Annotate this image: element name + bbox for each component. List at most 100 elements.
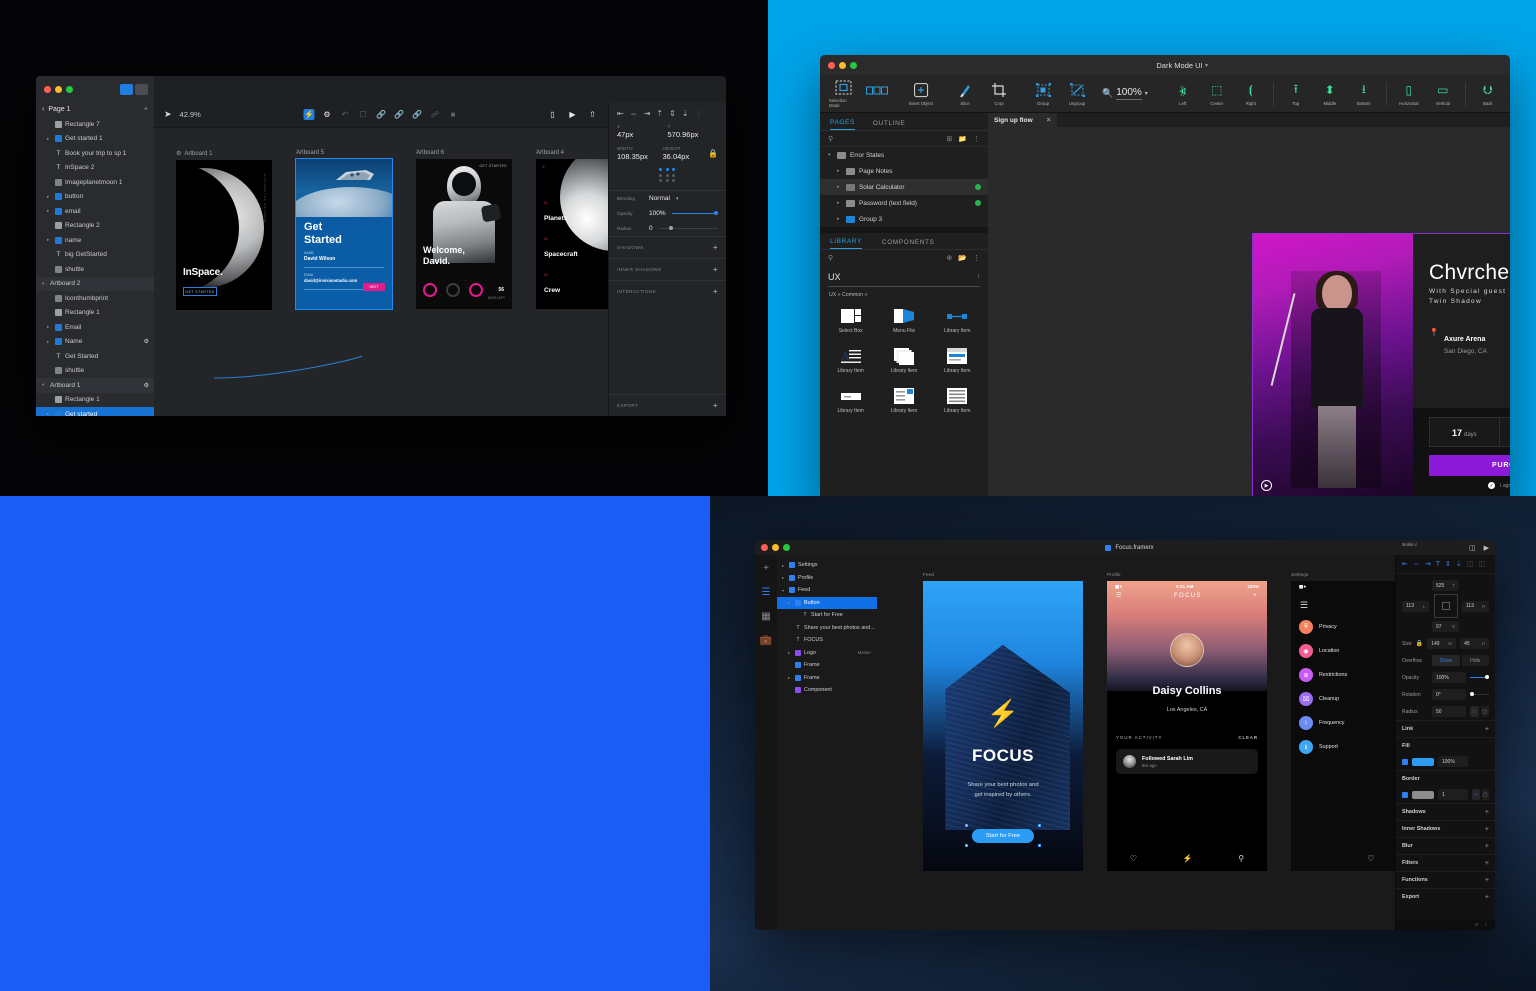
width-value[interactable]: 108.35px xyxy=(617,152,663,161)
add-icon[interactable]: + xyxy=(1485,860,1489,867)
align-tool-vertical[interactable]: ▭ Vertical xyxy=(1426,82,1460,106)
opacity-slider[interactable] xyxy=(671,211,718,215)
settings-row[interactable]: ⛨ Privacy xyxy=(1291,615,1395,639)
radius-value[interactable]: 0 xyxy=(649,225,653,232)
opacity-field[interactable]: 100% xyxy=(1432,672,1466,683)
height-value[interactable]: 36.04px xyxy=(663,152,709,161)
inspector-section[interactable]: Export + xyxy=(1396,888,1495,905)
layer-row[interactable]: ▸ Get started 1 xyxy=(36,132,154,147)
preview-icon[interactable]: ▶ xyxy=(1484,544,1489,552)
panel-toggle-icon[interactable]: ◫ xyxy=(1469,544,1476,552)
layer-row[interactable]: Rectangle 2 xyxy=(36,219,154,234)
add-icon[interactable]: + xyxy=(1485,826,1489,833)
add-icon[interactable]: + xyxy=(1485,877,1489,884)
layer-row[interactable]: ▸ button xyxy=(36,190,154,205)
layer-row[interactable]: ▸ name xyxy=(36,233,154,248)
layer-row[interactable]: T InSpace 2 xyxy=(36,161,154,176)
library-item[interactable]: Library Item xyxy=(932,381,983,419)
check-icon[interactable]: ✓ xyxy=(1488,482,1496,489)
settings-row[interactable]: ⌇ Frequency xyxy=(1291,711,1395,735)
settings-row[interactable]: ⌧ Cleanup xyxy=(1291,687,1395,711)
expand-chevron-icon[interactable]: ▸ xyxy=(47,194,52,200)
library-breadcrumb[interactable]: UX » Common » xyxy=(820,287,988,301)
tool-crop[interactable]: Crop xyxy=(982,82,1016,106)
overflow-hide-button[interactable]: Hide xyxy=(1461,655,1489,666)
close-icon[interactable] xyxy=(761,544,768,551)
align-tool-horizontal[interactable]: ▯ Horizontal xyxy=(1392,82,1426,106)
add-icon[interactable]: + xyxy=(713,401,718,410)
add-icon[interactable]: + xyxy=(1485,726,1489,733)
expand-chevron-icon[interactable]: ▸ xyxy=(837,200,842,206)
zoom-level[interactable]: 42.9% xyxy=(180,110,201,119)
unlink-icon[interactable]: ☍ xyxy=(430,109,441,120)
align-text-icon[interactable]: T xyxy=(1436,561,1440,568)
align-toolbar[interactable]: ⇤ ⇔ ⇥ T ⇕ ⇣ ◫ ◫ xyxy=(1396,555,1495,574)
tab-outline[interactable]: OUTLINE xyxy=(873,120,905,130)
framer-layer-row[interactable]: ▸ Settings xyxy=(777,559,877,572)
border-swatch[interactable] xyxy=(1412,790,1434,799)
maximize-icon[interactable] xyxy=(850,61,857,69)
expand-chevron-icon[interactable]: ▾ xyxy=(828,152,833,158)
layer-row[interactable]: Tbig GetStarted xyxy=(36,248,154,263)
play-icon[interactable]: ▶ xyxy=(567,109,578,120)
library-item[interactable]: Library Item xyxy=(878,381,929,419)
tool-group[interactable]: Group xyxy=(1026,82,1060,106)
tool-insert-object[interactable]: Insert Object xyxy=(904,82,938,106)
link2-icon[interactable]: 🔗 xyxy=(394,109,405,120)
frame-icon[interactable]: ☐ xyxy=(358,109,369,120)
gear-icon[interactable]: ⚙ xyxy=(322,109,333,120)
clear-button[interactable]: CLEAR xyxy=(1238,735,1258,740)
chevron-updown-icon[interactable]: ↕ xyxy=(977,274,980,280)
settings-list[interactable]: ⛨ Privacy ◉ Location ⊛ Restrictions ⌧ Cleanup ⌇ F… xyxy=(1291,615,1395,759)
layer-row[interactable]: ▸ Name ⚙ xyxy=(36,335,154,350)
terms-row[interactable]: ✓ I agree to the terms & conditions xyxy=(1429,482,1510,489)
pages-search-row[interactable]: ⚲ ⊞ 📁 ⋮ xyxy=(820,131,988,147)
chevron-down-icon[interactable]: ▾ xyxy=(1205,62,1208,69)
canvas-tab[interactable]: Sign up flow × xyxy=(988,113,1057,127)
align-tool-left[interactable]: ⦖ Left xyxy=(1166,82,1200,106)
artboard-6[interactable]: Artboard 6 GET STARTED Welcome, David. 5… xyxy=(416,150,512,309)
artboard-5[interactable]: Artboard 5 Get Started NAME David Wilson… xyxy=(295,150,393,310)
overflow-show-button[interactable]: Show xyxy=(1432,655,1460,666)
pin-icon[interactable]: ⚙ xyxy=(144,338,149,345)
framer-layers-tree[interactable]: ▸ Settings ▸ Profile ▾ Feed ▸ Button T Start for … xyxy=(777,555,877,930)
search-icon[interactable]: ⚲ xyxy=(828,254,833,262)
more-options-icon[interactable]: ⋮ xyxy=(973,254,980,262)
layer-row[interactable]: ▸ email xyxy=(36,204,154,219)
page-tree-row[interactable]: ▸ Password (text field) xyxy=(820,195,988,211)
tab-components[interactable]: COMPONENTS xyxy=(882,239,935,249)
border-width-field[interactable]: 1 xyxy=(1438,789,1468,800)
expand-chevron-icon[interactable]: ▸ xyxy=(47,208,52,214)
inspector-section[interactable]: Filters + xyxy=(1396,854,1495,871)
library-item[interactable]: Library Item xyxy=(878,341,929,379)
tool-selection-mode[interactable]: Selection Mode xyxy=(826,79,860,108)
library-item[interactable]: Select Box xyxy=(825,301,876,339)
next-button[interactable]: NEXT xyxy=(363,283,385,291)
studio-page-header[interactable]: ‹ Page 1 + xyxy=(36,102,154,117)
layer-row[interactable]: T Book your trip to sp 1 xyxy=(36,146,154,161)
library-item[interactable]: Library Item xyxy=(825,381,876,419)
add-icon[interactable]: + xyxy=(1485,843,1489,850)
library-select[interactable]: UX ↕ xyxy=(828,272,980,287)
expand-chevron-icon[interactable]: ▸ xyxy=(47,411,52,416)
framer-layer-row[interactable]: T Share your best photos and... xyxy=(777,622,877,635)
rotation-slider[interactable] xyxy=(1470,692,1489,696)
view-toggle-design-icon[interactable] xyxy=(120,83,133,95)
planet-menu-item[interactable]: 01 Planets xyxy=(544,201,578,225)
top-field[interactable]: 525 T xyxy=(1432,580,1459,591)
export-section[interactable]: Export + xyxy=(609,394,726,416)
settings-row[interactable]: ◉ Location xyxy=(1291,639,1395,663)
page-tree-row[interactable]: ▸ Page Notes xyxy=(820,163,988,179)
more-options-icon[interactable]: ⋮ xyxy=(973,135,980,143)
tab-library[interactable]: LIBRARY xyxy=(830,238,862,249)
expand-chevron-icon[interactable]: ▸ xyxy=(782,575,786,580)
fill-opacity-field[interactable]: 100% xyxy=(1438,756,1468,767)
border-per-side-button[interactable]: ▢ xyxy=(1481,789,1489,800)
expand-chevron-icon[interactable]: ▾ xyxy=(42,382,47,388)
studio-layers-panel[interactable]: ‹ Page 1 + Rectangle 7 ▸ Get started 1 T Boo… xyxy=(36,102,154,416)
right-field[interactable]: 113 R xyxy=(1462,600,1489,612)
framer-tool-rail[interactable]: + ☰ ▦ 💼 xyxy=(755,555,777,930)
link-icon[interactable]: 🔗 xyxy=(376,109,387,120)
menu-icon[interactable]: ☰ xyxy=(1116,592,1123,599)
minimize-icon[interactable] xyxy=(55,85,62,93)
